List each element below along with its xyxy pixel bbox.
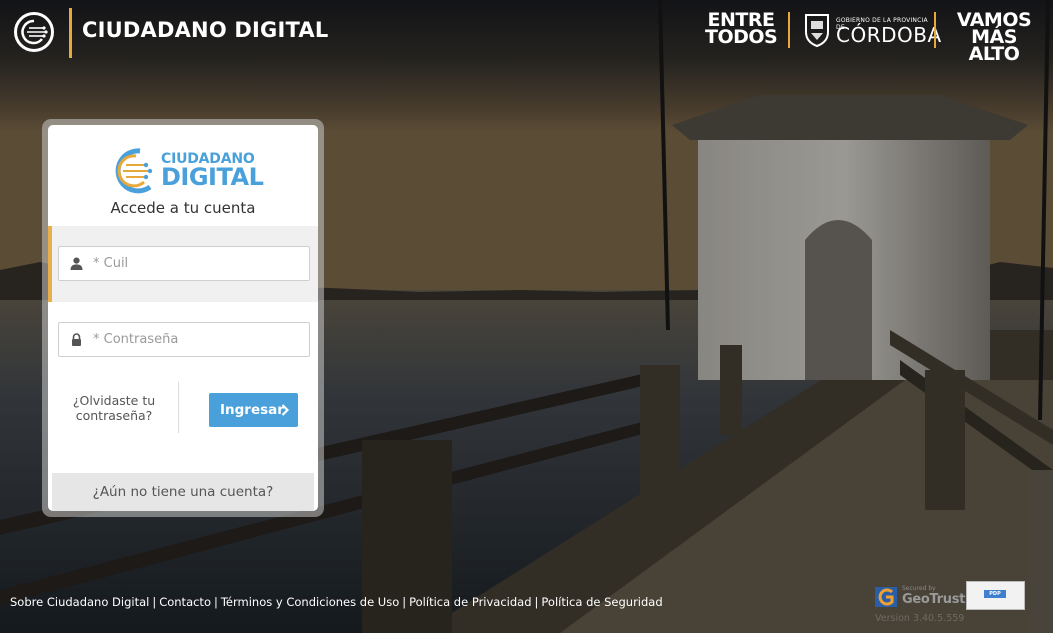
- footer-link-terms[interactable]: Términos y Condiciones de Uso: [221, 595, 399, 609]
- todos-line: TODOS: [705, 26, 778, 48]
- cuil-field[interactable]: [58, 246, 310, 281]
- cuil-field-row: [48, 226, 318, 302]
- mas-alto-line: MÁS ALTO: [968, 26, 1020, 65]
- geotrust-seal[interactable]: Secured by GeoTrust: [874, 584, 966, 610]
- shield-icon: [805, 14, 829, 48]
- footer-separator: |: [213, 595, 218, 609]
- login-subtitle: Accede a tu cuenta: [110, 199, 256, 217]
- footer-link-about[interactable]: Sobre Ciudadano Digital: [10, 595, 149, 609]
- brand-divider: [934, 12, 936, 48]
- password-field[interactable]: [58, 322, 310, 357]
- actions-divider: [178, 382, 179, 433]
- app-title: CIUDADANO DIGITAL: [82, 18, 329, 42]
- forgot-line-2: contraseña?: [75, 408, 153, 423]
- geotrust-name: GeoTrust: [902, 592, 966, 607]
- footer-separator: |: [534, 595, 539, 609]
- cuil-input[interactable]: [93, 247, 305, 280]
- version-label: Version 3.40.5.559: [875, 613, 965, 624]
- geotrust-caption: Secured by: [902, 585, 936, 592]
- entre-todos-logo: ENTRE TODOS: [705, 11, 778, 48]
- circuit-logo-icon: [115, 148, 153, 194]
- pdp-seal[interactable]: PDP: [966, 581, 1025, 610]
- footer-link-privacy[interactable]: Política de Privacidad: [409, 595, 531, 609]
- header-divider: [69, 8, 72, 58]
- lock-icon: [72, 333, 81, 346]
- forgot-line-1: ¿Olvidaste tu: [72, 393, 156, 408]
- password-input[interactable]: [93, 323, 305, 356]
- ciudadano-digital-logo: CIUDADANO DIGITAL: [110, 145, 264, 194]
- brand-divider: [788, 12, 790, 48]
- login-button[interactable]: Ingresar: [209, 393, 298, 427]
- footer-link-security[interactable]: Política de Seguridad: [541, 595, 662, 609]
- pdp-badge: PDP: [984, 590, 1006, 598]
- register-link[interactable]: ¿Aún no tiene una cuenta?: [52, 473, 314, 511]
- footer-separator: |: [152, 595, 157, 609]
- cordoba-government-logo: GOBIERNO DE LA PROVINCIA DE CÓRDOBA: [803, 12, 941, 50]
- footer-links: Sobre Ciudadano Digital | Contacto | Término…: [10, 595, 663, 609]
- logo-text-bottom: DIGITAL: [161, 163, 264, 191]
- geotrust-icon: [875, 587, 897, 607]
- user-icon: [70, 257, 83, 270]
- login-button-label: Ingresar: [220, 402, 284, 418]
- active-field-indicator: [48, 226, 52, 302]
- login-card: CIUDADANO DIGITAL Accede a tu cuenta ¿Ol…: [48, 125, 318, 511]
- circuit-logo-icon[interactable]: [14, 12, 54, 52]
- password-field-row: [48, 302, 318, 378]
- forgot-password-link[interactable]: ¿Olvidaste tu contraseña?: [66, 393, 162, 423]
- chevron-right-icon: [281, 404, 289, 416]
- gov-name: CÓRDOBA: [836, 23, 942, 47]
- footer-separator: |: [402, 595, 407, 609]
- footer-link-contact[interactable]: Contacto: [159, 595, 211, 609]
- vamos-mas-alto-logo: VAMOS MÁS ALTO: [944, 11, 1044, 65]
